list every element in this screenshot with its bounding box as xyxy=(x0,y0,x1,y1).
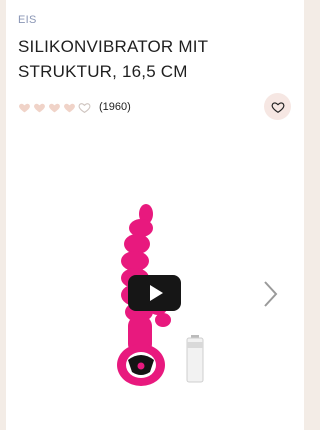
heart-outline-icon xyxy=(271,101,284,113)
rating-hearts xyxy=(18,101,91,114)
heart-empty-icon xyxy=(78,101,91,114)
product-title: SILIKONVIBRATOR MIT STRUKTUR, 16,5 CM xyxy=(18,37,208,81)
review-count[interactable]: (1960) xyxy=(99,101,131,113)
wishlist-button[interactable] xyxy=(264,93,291,120)
product-card: EIS SILIKONVIBRATOR MIT STRUKTUR, 16,5 C… xyxy=(6,0,304,430)
heart-filled-icon xyxy=(33,101,46,114)
product-gallery[interactable] xyxy=(6,180,304,410)
play-icon xyxy=(149,285,163,301)
battery-image xyxy=(186,335,204,383)
play-video-button[interactable] xyxy=(128,275,181,311)
heart-filled-icon xyxy=(48,101,61,114)
heart-filled-icon xyxy=(63,101,76,114)
rating-row[interactable]: (1960) xyxy=(18,99,131,115)
next-image-button[interactable] xyxy=(260,279,280,309)
brand-link[interactable]: EIS xyxy=(18,14,37,26)
chevron-right-icon xyxy=(264,281,278,307)
heart-filled-icon xyxy=(18,101,31,114)
